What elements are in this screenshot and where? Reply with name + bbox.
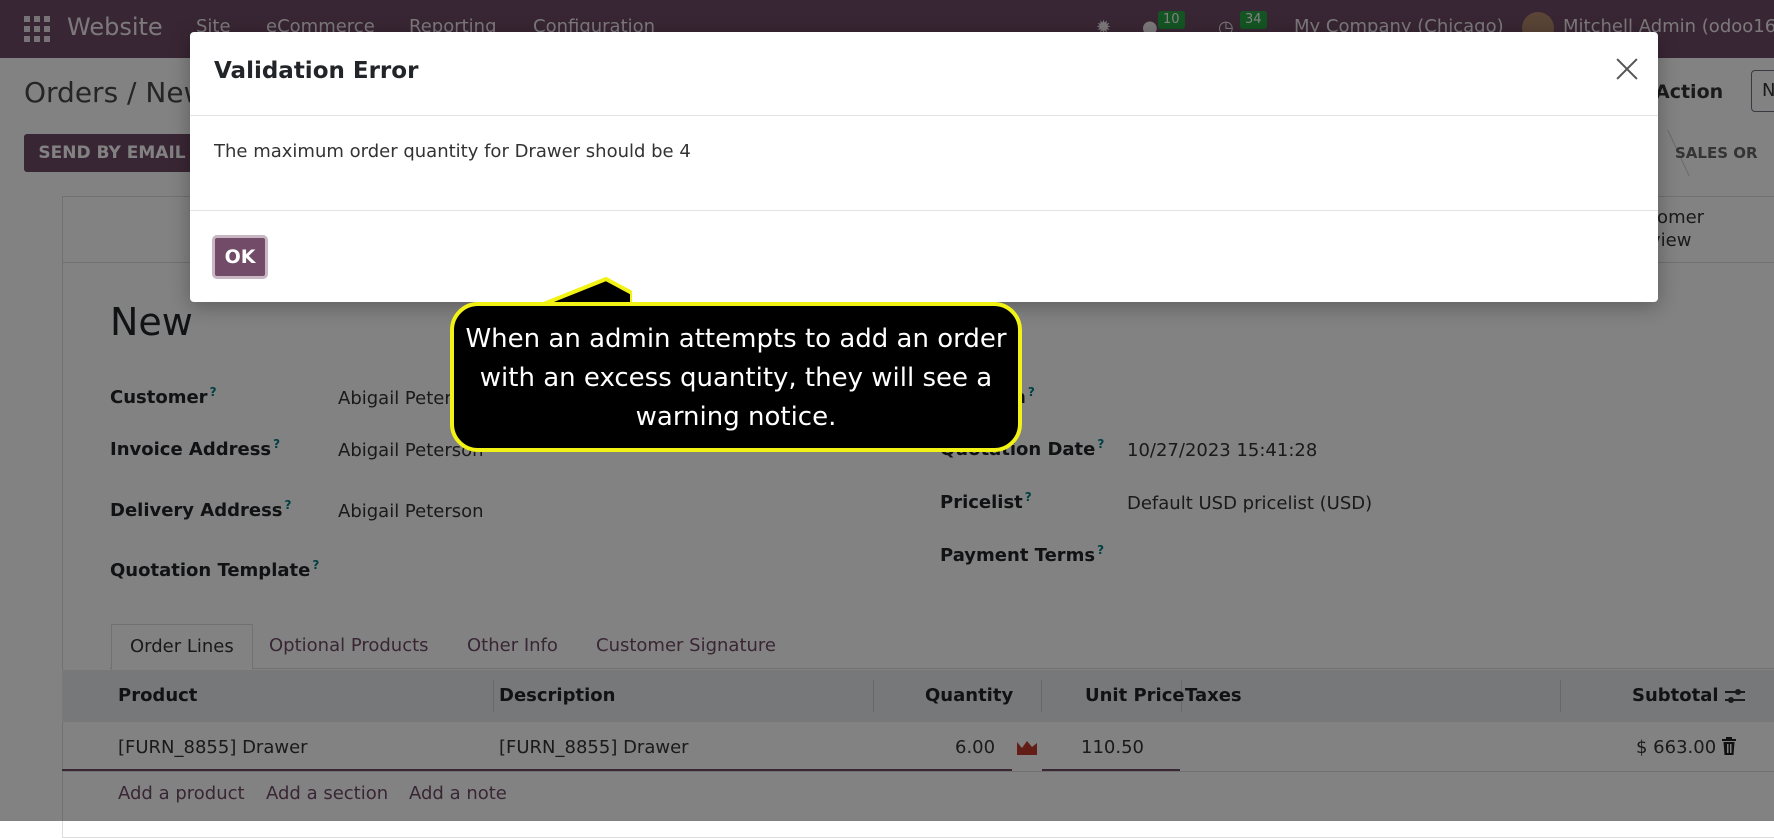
validation-error-dialog: Validation Error The maximum order quant… xyxy=(190,32,1658,302)
tutorial-callout: When an admin attempts to add an order w… xyxy=(450,302,1022,452)
callout-text: When an admin attempts to add an order w… xyxy=(465,324,1007,432)
dialog-message: The maximum order quantity for Drawer sh… xyxy=(214,141,691,162)
ok-button[interactable]: OK xyxy=(212,235,268,279)
dialog-title: Validation Error xyxy=(214,58,419,84)
close-icon[interactable] xyxy=(1612,54,1642,84)
